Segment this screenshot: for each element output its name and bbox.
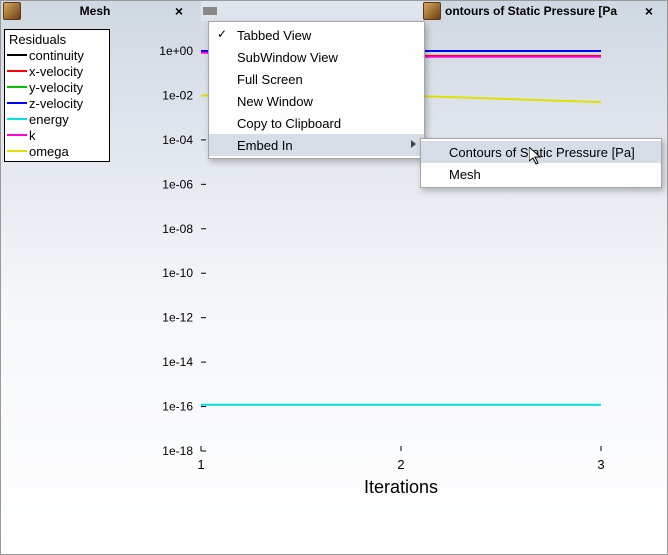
menu-item-label: SubWindow View	[237, 50, 338, 65]
submenu-arrow-icon	[411, 140, 416, 148]
menu-item-label: Embed In	[237, 138, 293, 153]
legend-swatch	[7, 70, 27, 72]
svg-text:1e-16: 1e-16	[162, 400, 193, 414]
legend-swatch	[7, 118, 27, 120]
legend-swatch	[7, 134, 27, 136]
svg-text:1e+00: 1e+00	[159, 44, 193, 58]
svg-text:1: 1	[197, 457, 204, 472]
menu-item-label: Copy to Clipboard	[237, 116, 341, 131]
legend-item: y-velocity	[5, 79, 109, 95]
tab-residuals-active[interactable]	[201, 1, 423, 21]
menu-item[interactable]: SubWindow View	[209, 46, 424, 68]
menu-item-label: Tabbed View	[237, 28, 311, 43]
svg-text:1e-14: 1e-14	[162, 355, 193, 369]
svg-text:1e-02: 1e-02	[162, 88, 193, 102]
legend-swatch	[7, 54, 27, 56]
svg-text:3: 3	[597, 457, 604, 472]
legend-item: z-velocity	[5, 95, 109, 111]
tab-contours[interactable]: ontours of Static Pressure [Pa ×	[423, 1, 667, 21]
legend-item: x-velocity	[5, 63, 109, 79]
legend-swatch	[7, 150, 27, 152]
drag-handle-icon[interactable]	[203, 7, 217, 15]
tab-mesh[interactable]: Mesh ×	[1, 1, 203, 21]
svg-text:2: 2	[397, 457, 404, 472]
legend-box: Residuals continuityx-velocityy-velocity…	[4, 29, 110, 162]
submenu-item-label: Contours of Static Pressure [Pa]	[449, 145, 635, 160]
menu-item[interactable]: Copy to Clipboard	[209, 112, 424, 134]
menu-item[interactable]: New Window	[209, 90, 424, 112]
svg-text:Iterations: Iterations	[364, 477, 438, 497]
submenu-item-label: Mesh	[449, 167, 481, 182]
svg-text:1e-08: 1e-08	[162, 222, 193, 236]
legend-label: k	[29, 128, 36, 143]
menu-item[interactable]: Full Screen	[209, 68, 424, 90]
legend-label: omega	[29, 144, 69, 159]
app-window: Mesh × ontours of Static Pressure [Pa × …	[0, 0, 668, 555]
tab-mesh-label: Mesh	[25, 4, 165, 18]
menu-item-label: Full Screen	[237, 72, 303, 87]
legend-label: x-velocity	[29, 64, 83, 79]
legend-title: Residuals	[5, 32, 109, 47]
menu-item[interactable]: Embed In	[209, 134, 424, 156]
submenu-item[interactable]: Mesh	[421, 163, 661, 185]
legend-label: energy	[29, 112, 69, 127]
legend-item: k	[5, 127, 109, 143]
tab-bar: Mesh × ontours of Static Pressure [Pa ×	[1, 1, 667, 21]
legend-swatch	[7, 86, 27, 88]
legend-label: continuity	[29, 48, 84, 63]
legend-label: z-velocity	[29, 96, 83, 111]
context-menu: Tabbed View SubWindow View Full Screen New …	[208, 21, 425, 159]
svg-text:1e-18: 1e-18	[162, 444, 193, 458]
menu-item-label: New Window	[237, 94, 313, 109]
mesh-icon	[3, 2, 21, 20]
contours-icon	[423, 2, 441, 20]
submenu-item[interactable]: Contours of Static Pressure [Pa]	[421, 141, 661, 163]
legend-swatch	[7, 102, 27, 104]
legend-label: y-velocity	[29, 80, 83, 95]
tab-contours-label: ontours of Static Pressure [Pa	[445, 4, 635, 18]
svg-text:1e-04: 1e-04	[162, 133, 193, 147]
svg-text:1e-12: 1e-12	[162, 311, 193, 325]
tab-mesh-close-icon[interactable]: ×	[171, 3, 187, 19]
legend-item: energy	[5, 111, 109, 127]
legend-item: continuity	[5, 47, 109, 63]
context-submenu-embed-in: Contours of Static Pressure [Pa] Mesh	[420, 138, 662, 188]
legend-item: omega	[5, 143, 109, 159]
tab-contours-close-icon[interactable]: ×	[641, 3, 657, 19]
menu-item[interactable]: Tabbed View	[209, 24, 424, 46]
svg-text:1e-10: 1e-10	[162, 266, 193, 280]
svg-text:1e-06: 1e-06	[162, 177, 193, 191]
